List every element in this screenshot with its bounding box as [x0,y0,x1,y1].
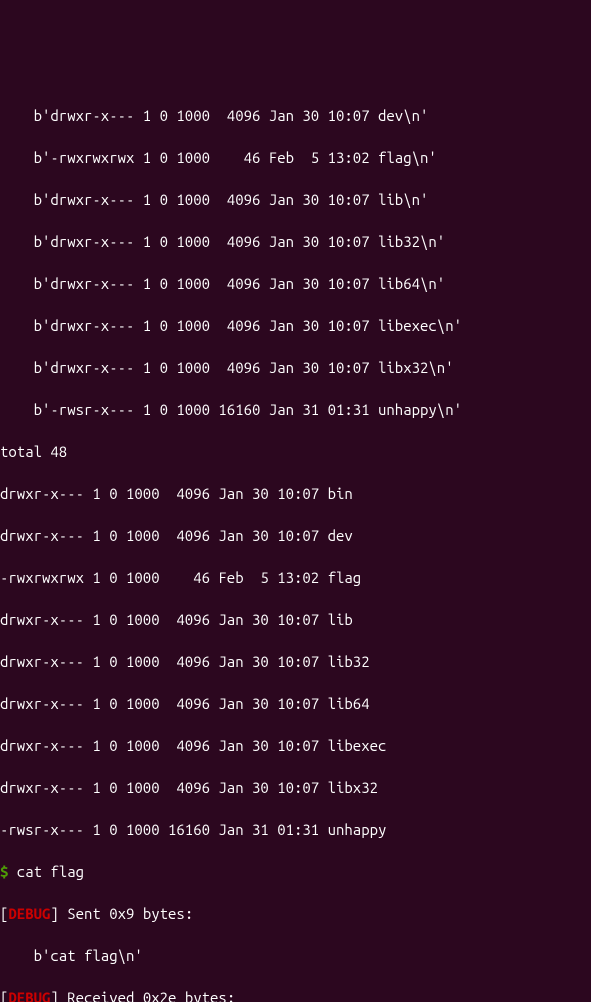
raw-bytes-line: b'drwxr-x--- 1 0 1000 4096 Jan 30 10:07 … [0,315,591,336]
ls-line: drwxr-x--- 1 0 1000 4096 Jan 30 10:07 li… [0,651,591,672]
debug-label: DEBUG [8,989,50,1002]
ls-line: -rwxrwxrwx 1 0 1000 46 Feb 5 13:02 flag [0,567,591,588]
sent-text: ] Sent 0x9 bytes: [50,905,193,922]
terminal-output[interactable]: b'drwxr-x--- 1 0 1000 4096 Jan 30 10:07 … [0,84,591,1002]
debug-label: DEBUG [8,905,50,922]
ls-line: drwxr-x--- 1 0 1000 4096 Jan 30 10:07 li… [0,777,591,798]
ls-line: drwxr-x--- 1 0 1000 4096 Jan 30 10:07 li… [0,609,591,630]
debug-recv-line: [DEBUG] Received 0x2e bytes: [0,987,591,1002]
raw-bytes-line: b'-rwxrwxrwx 1 0 1000 46 Feb 5 13:02 fla… [0,147,591,168]
prompt-symbol: $ [0,863,8,880]
ls-line: drwxr-x--- 1 0 1000 4096 Jan 30 10:07 li… [0,693,591,714]
ls-line: -rwsr-x--- 1 0 1000 16160 Jan 31 01:31 u… [0,819,591,840]
debug-sent-line: [DEBUG] Sent 0x9 bytes: [0,903,591,924]
ls-total-line: total 48 [0,441,591,462]
command-text: cat flag [8,863,84,880]
ls-line: drwxr-x--- 1 0 1000 4096 Jan 30 10:07 de… [0,525,591,546]
raw-bytes-line: b'drwxr-x--- 1 0 1000 4096 Jan 30 10:07 … [0,189,591,210]
raw-bytes-line: b'drwxr-x--- 1 0 1000 4096 Jan 30 10:07 … [0,105,591,126]
raw-bytes-line: b'-rwsr-x--- 1 0 1000 16160 Jan 31 01:31… [0,399,591,420]
raw-bytes-line: b'drwxr-x--- 1 0 1000 4096 Jan 30 10:07 … [0,273,591,294]
ls-line: drwxr-x--- 1 0 1000 4096 Jan 30 10:07 li… [0,735,591,756]
command-line[interactable]: $ cat flag [0,861,591,882]
recv-text: ] Received 0x2e bytes: [50,989,235,1002]
raw-bytes-line: b'drwxr-x--- 1 0 1000 4096 Jan 30 10:07 … [0,231,591,252]
sent-bytes-line: b'cat flag\n' [0,945,591,966]
raw-bytes-line: b'drwxr-x--- 1 0 1000 4096 Jan 30 10:07 … [0,357,591,378]
